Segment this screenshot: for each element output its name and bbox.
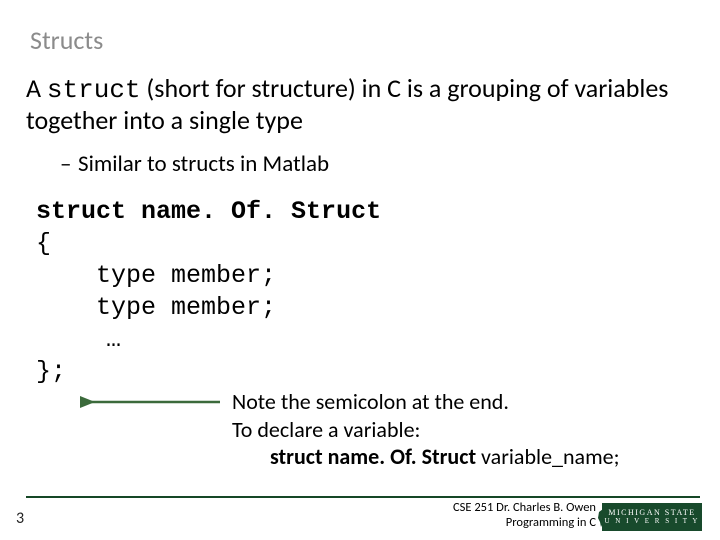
credit-line-1: CSE 251 Dr. Charles B. Owen — [453, 500, 596, 515]
intro-keyword: struct — [47, 75, 141, 105]
code-line-1: struct name. Of. Struct — [36, 196, 381, 228]
code-line-2: { — [36, 228, 381, 260]
logo-line-2: U N I V E R S I T Y — [605, 518, 700, 526]
code-block: struct name. Of. Struct { type member; t… — [36, 196, 381, 388]
page-number: 3 — [16, 509, 24, 528]
note-line-2: To declare a variable: — [232, 416, 619, 444]
footer-divider — [26, 496, 700, 498]
note-line-3: struct name. Of. Struct variable_name; — [232, 443, 619, 471]
note-decl-var: variable_name; — [476, 443, 619, 470]
dash-icon: – — [60, 150, 78, 178]
msu-logo: MICHIGAN STATE U N I V E R S I T Y — [602, 503, 702, 531]
sub-bullet: –Similar to structs in Matlab — [60, 150, 329, 178]
code-line-6: }; — [36, 356, 381, 388]
bullet-text: Similar to structs in Matlab — [78, 150, 329, 178]
arrow-icon — [80, 388, 225, 416]
code-line-5: … — [36, 324, 381, 356]
code-line-4: type member; — [36, 292, 381, 324]
code-line-3: type member; — [36, 260, 381, 292]
code-ellipsis: … — [96, 325, 121, 354]
note-decl-type: struct name. Of. Struct — [270, 443, 476, 470]
code-struct-name: name. Of. Struct — [141, 197, 381, 226]
code-kw-struct: struct — [36, 197, 126, 226]
slide: Structs A struct (short for structure) i… — [0, 0, 720, 540]
intro-pre: A — [26, 72, 47, 104]
course-credit: CSE 251 Dr. Charles B. Owen Programming … — [453, 500, 596, 530]
note-block: Note the semicolon at the end. To declar… — [232, 388, 619, 471]
note-line-1: Note the semicolon at the end. — [232, 388, 619, 416]
credit-line-2: Programming in C — [453, 515, 596, 530]
intro-paragraph: A struct (short for structure) in C is a… — [26, 74, 690, 136]
slide-title: Structs — [30, 24, 103, 56]
